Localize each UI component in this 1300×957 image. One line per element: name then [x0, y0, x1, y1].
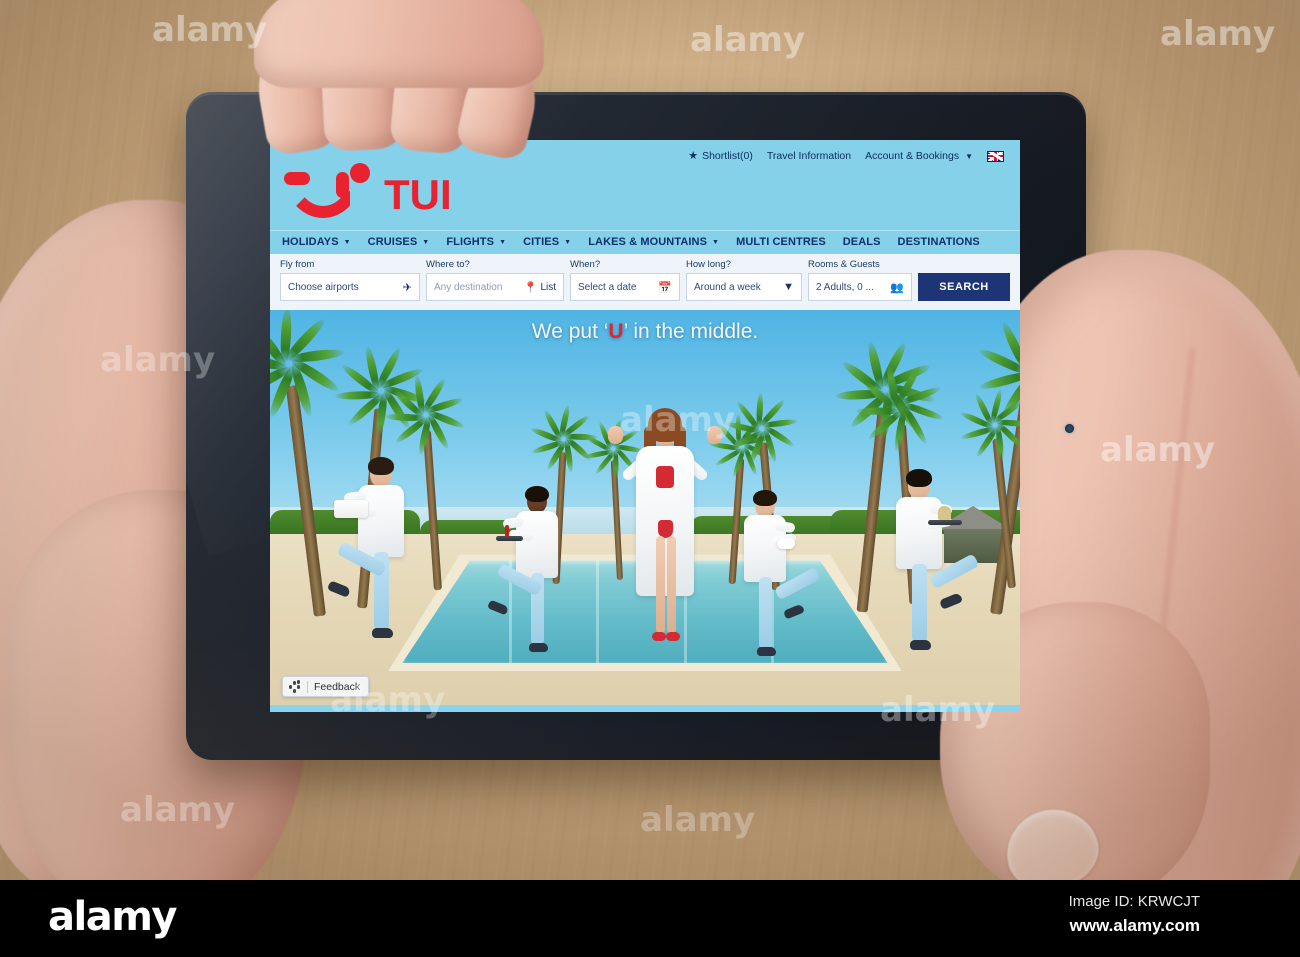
airplane-icon: ✈ [402, 281, 412, 294]
how-long-value: Around a week [694, 281, 761, 293]
nav-label: FLIGHTS [446, 236, 495, 248]
chevron-down-icon: ▼ [499, 238, 507, 246]
staff-male-left [326, 457, 442, 660]
alamy-logo: alamy [48, 894, 177, 940]
field-fly-from: Fly from Choose airports ✈ [280, 259, 420, 302]
guests-icon: 👥 [890, 281, 904, 294]
where-to-input[interactable]: Any destination 📍 List [426, 273, 564, 302]
nav-item-multi-centres[interactable]: MULTI CENTRES [736, 236, 826, 248]
tablet-camera-icon [1065, 424, 1074, 433]
travel-information-link[interactable]: Travel Information [767, 150, 851, 162]
map-pin-icon[interactable]: 📍 List [524, 281, 556, 294]
hero-tagline: We put ‘U’ in the middle. [270, 320, 1020, 344]
nav-item-cities[interactable]: CITIES ▼ [523, 236, 571, 248]
uk-flag-icon[interactable] [987, 150, 1004, 162]
fly-from-input[interactable]: Choose airports ✈ [280, 273, 420, 302]
search-panel: Fly from Choose airports ✈ Where to? Any… [270, 254, 1020, 311]
tagline-before: We put [531, 320, 604, 344]
chevron-down-icon: ▼ [343, 238, 351, 246]
field-label: When? [570, 259, 601, 270]
nav-item-destinations[interactable]: DESTINATIONS [898, 236, 980, 248]
field-when: When? Select a date 📅 [570, 259, 680, 302]
chevron-down-icon: ▼ [783, 281, 794, 294]
search-button[interactable]: SEARCH [918, 273, 1010, 302]
chevron-down-icon: ▼ [712, 238, 720, 246]
feedback-button[interactable]: Feedback [282, 676, 370, 698]
staff-male-right [720, 489, 821, 676]
photo-stage: ★ Shortlist(0) Travel Information Accoun… [0, 0, 1300, 880]
nav-item-lakes-mountains[interactable]: LAKES & MOUNTAINS ▼ [588, 236, 719, 248]
calendar-icon: 📅 [658, 281, 672, 294]
staff-female-asian [870, 469, 980, 672]
nav-label: HOLIDAYS [282, 236, 339, 248]
account-bookings-label: Account & Bookings [865, 150, 960, 162]
browser-viewport: ★ Shortlist(0) Travel Information Accoun… [270, 140, 1020, 712]
field-how-long: How long? Around a week ▼ [686, 259, 802, 302]
field-where-to: Where to? Any destination 📍 List [426, 259, 564, 302]
chevron-down-icon: ▼ [965, 151, 973, 161]
rooms-guests-value: 2 Adults, 0 ... [816, 281, 874, 293]
where-to-value: Any destination [434, 281, 503, 293]
list-toggle-label: List [540, 281, 556, 293]
tagline-highlight: U [608, 320, 624, 344]
hero-banner: We put ‘U’ in the middle. Feedback [270, 310, 1020, 706]
nav-label: CRUISES [367, 236, 418, 248]
chevron-down-icon: ▼ [564, 238, 572, 246]
when-value: Select a date [578, 281, 637, 293]
alamy-footer-bar: alamy Image ID: KRWCJT www.alamy.com [0, 880, 1300, 957]
how-long-select[interactable]: Around a week ▼ [686, 273, 802, 302]
tagline-after: in the middle. [627, 320, 759, 344]
nav-label: LAKES & MOUNTAINS [588, 236, 708, 248]
main-navigation: HOLIDAYS ▼ CRUISES ▼ FLIGHTS ▼ CITIES ▼ … [270, 230, 1020, 254]
shortlist-label: Shortlist(0) [702, 150, 753, 162]
shortlist-link[interactable]: ★ Shortlist(0) [688, 150, 753, 162]
alamy-url: www.alamy.com [1069, 916, 1200, 935]
nav-item-cruises[interactable]: CRUISES ▼ [368, 236, 430, 248]
nav-label: CITIES [523, 236, 560, 248]
field-rooms-guests: Rooms & Guests 2 Adults, 0 ... 👥 [808, 259, 912, 302]
image-id-label: Image ID: KRWCJT [1068, 893, 1200, 910]
nav-label: MULTI CENTRES [736, 236, 826, 248]
nav-item-holidays[interactable]: HOLIDAYS ▼ [282, 236, 351, 248]
travel-information-label: Travel Information [766, 150, 852, 162]
nav-item-flights[interactable]: FLIGHTS ▼ [446, 236, 506, 248]
star-icon: ★ [688, 149, 699, 162]
nav-label: DESTINATIONS [897, 236, 980, 248]
when-input[interactable]: Select a date 📅 [570, 273, 680, 302]
chevron-down-icon: ▼ [422, 238, 430, 246]
nav-label: DEALS [842, 236, 881, 248]
account-bookings-menu[interactable]: Account & Bookings ▼ [865, 150, 973, 162]
search-fields: Fly from Choose airports ✈ Where to? Any… [280, 259, 1010, 302]
woman-in-robe [600, 408, 730, 663]
feedback-label: Feedback [314, 680, 361, 693]
fly-from-value: Choose airports [288, 281, 359, 293]
left-hand-fingers [250, 0, 580, 218]
field-label: Fly from [280, 259, 315, 270]
dots-icon [288, 680, 301, 693]
rooms-guests-input[interactable]: 2 Adults, 0 ... 👥 [808, 273, 912, 302]
field-label: Rooms & Guests [808, 259, 880, 270]
field-label: How long? [686, 259, 731, 270]
staff-female-dark [487, 485, 593, 672]
field-label: Where to? [426, 259, 470, 270]
nav-item-deals[interactable]: DEALS [843, 236, 881, 248]
